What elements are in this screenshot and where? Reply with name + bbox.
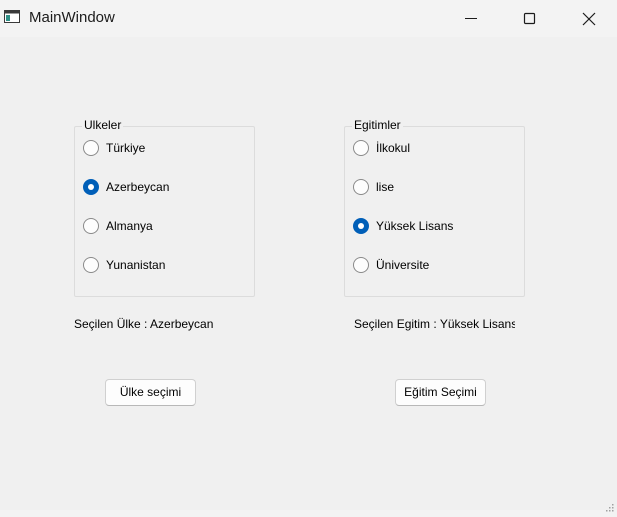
maximize-icon bbox=[523, 12, 536, 25]
radio-circle-checked bbox=[83, 179, 99, 195]
minimize-button[interactable] bbox=[442, 0, 500, 37]
radio-label: Azerbeycan bbox=[106, 180, 170, 194]
main-window: MainWindow Ulkeler Türkiye Azerbeycan Al… bbox=[0, 0, 617, 512]
countries-groupbox-title: Ulkeler bbox=[82, 118, 124, 132]
minimize-icon bbox=[465, 18, 477, 19]
radio-circle bbox=[353, 140, 369, 156]
maximize-button[interactable] bbox=[501, 0, 559, 37]
radio-circle bbox=[83, 218, 99, 234]
central-widget: Ulkeler Türkiye Azerbeycan Almanya Yunan… bbox=[0, 37, 617, 512]
close-button[interactable] bbox=[560, 0, 617, 37]
title-bar[interactable]: MainWindow bbox=[0, 0, 617, 37]
app-window-icon bbox=[4, 10, 20, 23]
window-title: MainWindow bbox=[29, 9, 115, 26]
selected-country-label: Seçilen Ülke : Azerbeycan bbox=[74, 317, 214, 331]
radio-circle bbox=[353, 179, 369, 195]
education-select-button[interactable]: Eğitim Seçimi bbox=[395, 379, 486, 406]
radio-label: Türkiye bbox=[106, 141, 146, 155]
radio-label: Yunanistan bbox=[106, 258, 166, 272]
country-select-button[interactable]: Ülke seçimi bbox=[105, 379, 196, 406]
radio-label: İlkokul bbox=[376, 141, 411, 155]
close-icon bbox=[582, 12, 596, 26]
size-grip-icon[interactable] bbox=[606, 499, 614, 512]
radio-circle bbox=[353, 257, 369, 273]
radio-label: Yüksek Lisans bbox=[376, 219, 454, 233]
selected-education-label: Seçilen Egitim : Yüksek Lisans bbox=[354, 317, 515, 331]
radio-label: lise bbox=[376, 180, 395, 194]
radio-label: Üniversite bbox=[376, 258, 430, 272]
radio-circle-checked bbox=[353, 218, 369, 234]
education-groupbox-title: Egitimler bbox=[352, 118, 403, 132]
radio-label: Almanya bbox=[106, 219, 153, 233]
radio-circle bbox=[83, 140, 99, 156]
education-groupbox bbox=[344, 126, 525, 297]
radio-circle bbox=[83, 257, 99, 273]
